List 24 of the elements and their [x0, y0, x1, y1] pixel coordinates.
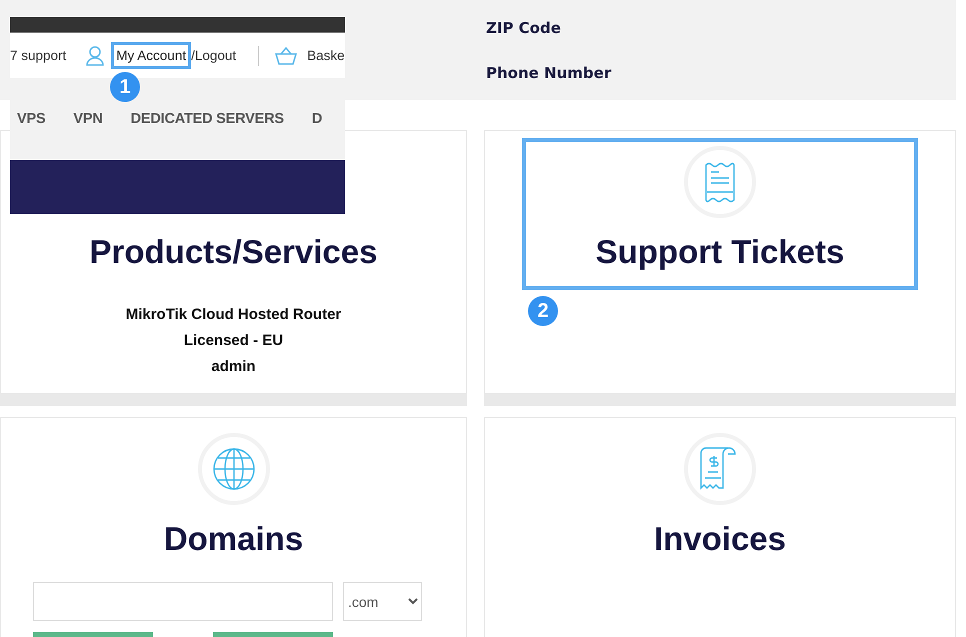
card-title[interactable]: Invoices [654, 519, 786, 559]
field-label: ZIP Code [486, 18, 562, 36]
field-label: Phone Number [486, 64, 612, 82]
nav-link[interactable]: DEDICATED SERVERS [130, 111, 284, 127]
receipt-icon [703, 160, 737, 204]
tld-select[interactable]: .com [343, 582, 422, 621]
callout-badge: 1 [110, 72, 140, 102]
service-text: admin [211, 357, 256, 377]
card-title[interactable]: Domains [164, 519, 304, 559]
globe-icon [212, 447, 256, 491]
logout-link[interactable]: /Logout [191, 48, 236, 63]
nav-link[interactable]: VPN [73, 111, 103, 127]
domain-input-field[interactable] [33, 582, 333, 621]
support-text: 7 support [10, 48, 66, 63]
nav-link[interactable]: VPS [17, 111, 46, 127]
card-title[interactable]: Products/Services [90, 232, 378, 272]
nav-link[interactable]: D [312, 111, 322, 127]
account-link[interactable]: My Account [111, 42, 192, 69]
service-text: Licensed - EU [184, 331, 284, 351]
basket-icon [275, 46, 298, 64]
card-title[interactable]: Support Tickets [596, 232, 844, 272]
user-icon [86, 46, 104, 66]
service-text: MikroTik Cloud Hosted Router [126, 305, 342, 325]
basket-link[interactable]: Baske [307, 48, 345, 63]
